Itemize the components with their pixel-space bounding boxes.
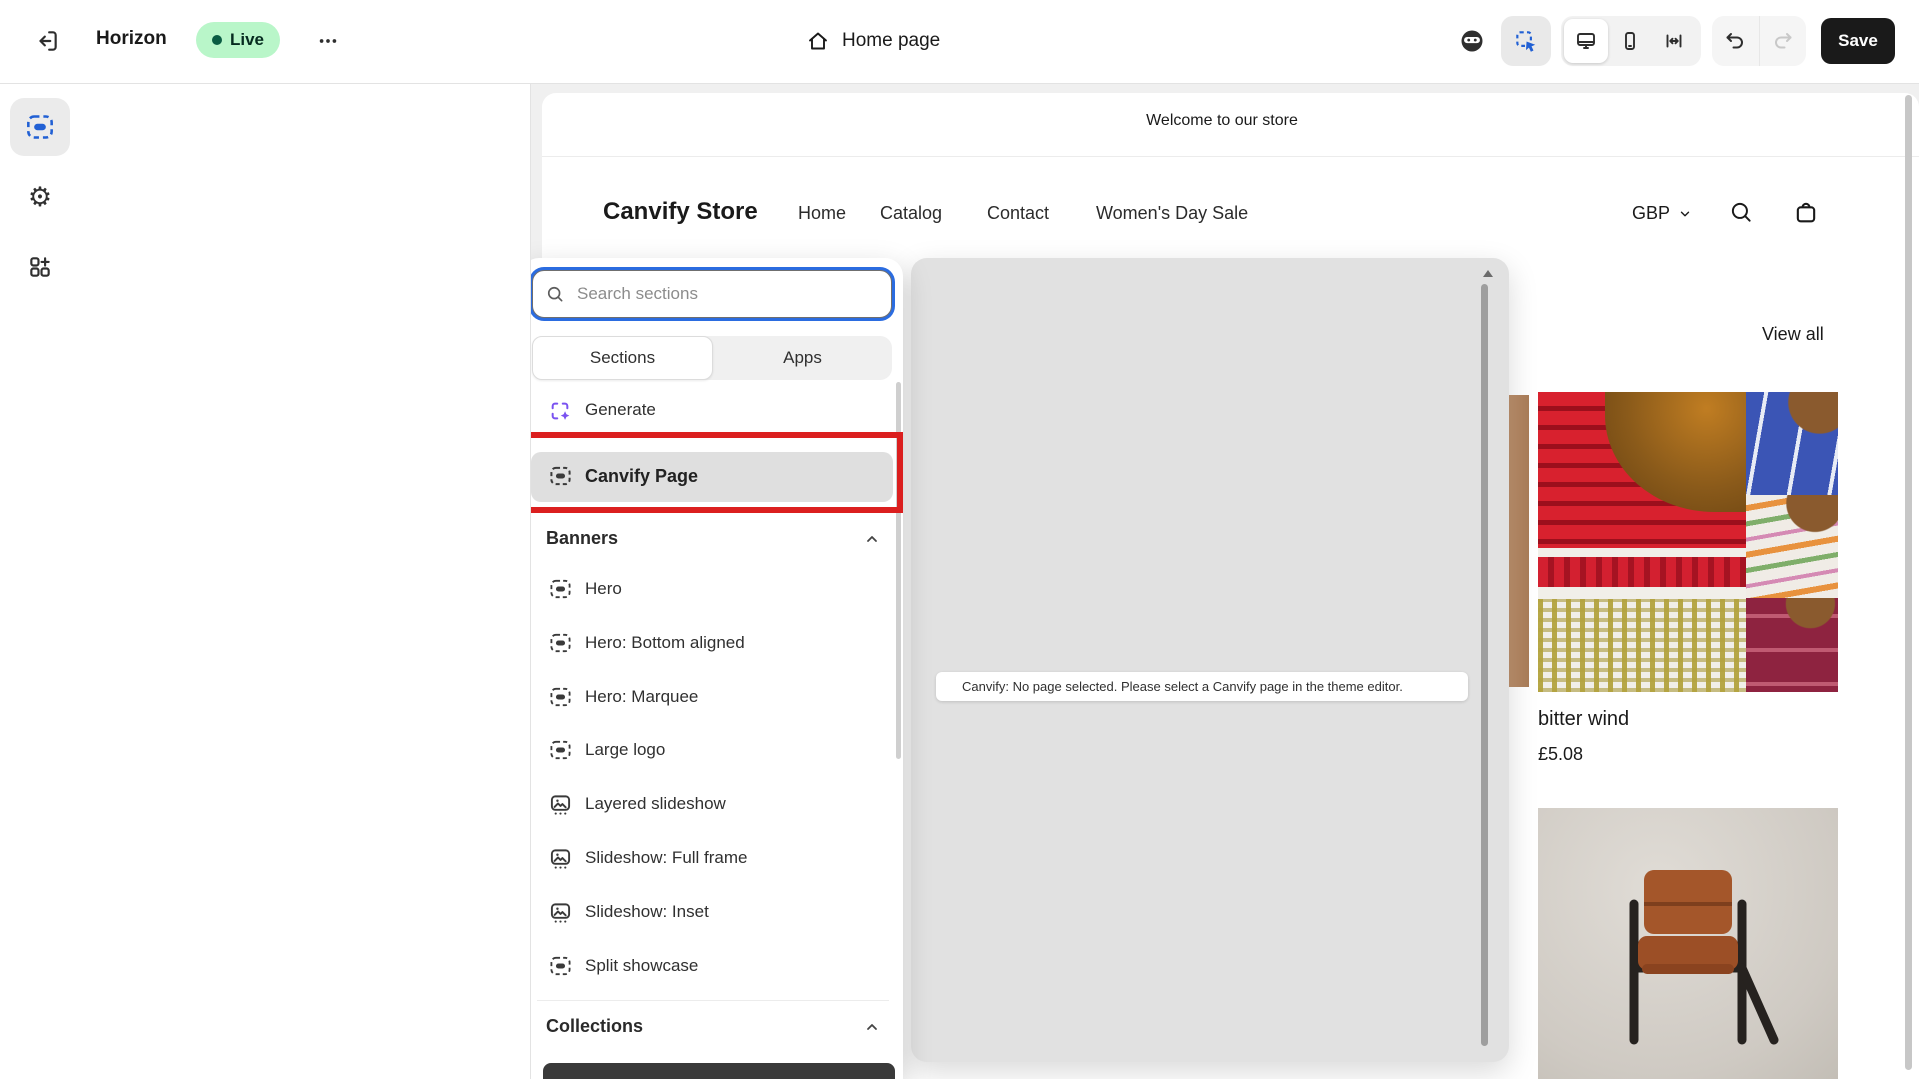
settings-gear-icon[interactable]: ⚙	[10, 171, 70, 223]
chair-illustration	[1538, 808, 1838, 1079]
section-item-label: Hero: Marquee	[585, 687, 698, 707]
theme-editor: Welcome to our store Canvify Store Home …	[0, 0, 1919, 1079]
undo-icon[interactable]	[1712, 16, 1760, 66]
store-nav-contact[interactable]: Contact	[987, 203, 1049, 224]
divider	[537, 1000, 889, 1001]
device-preview-switcher	[1561, 16, 1701, 66]
collage-thumbnails	[1746, 392, 1838, 692]
section-item-hero-marquee[interactable]: Hero: Marquee	[521, 676, 903, 720]
home-icon	[806, 29, 830, 53]
currency-label: GBP	[1632, 203, 1670, 224]
partially-visible-dark-bar	[543, 1063, 895, 1079]
section-item-slideshow-inset[interactable]: Slideshow: Inset	[521, 891, 903, 935]
full-width-view-icon[interactable]	[1652, 19, 1696, 63]
section-icon	[549, 579, 572, 599]
store-nav-catalog[interactable]: Catalog	[880, 203, 942, 224]
divider	[542, 156, 1919, 157]
section-icon	[549, 740, 572, 760]
product-image-bitter-wind[interactable]	[1538, 392, 1838, 692]
apps-icon[interactable]	[10, 241, 70, 293]
slideshow-icon	[549, 848, 572, 870]
sections-panel	[80, 83, 531, 1079]
section-item-label: Split showcase	[585, 956, 698, 976]
section-icon	[549, 633, 572, 653]
desktop-view-icon[interactable]	[1564, 19, 1608, 63]
search-sections-box[interactable]	[532, 270, 892, 318]
more-options-icon[interactable]	[308, 22, 348, 60]
live-label: Live	[230, 30, 264, 50]
product-price: £5.08	[1538, 744, 1583, 765]
section-item-slideshow-full-frame[interactable]: Slideshow: Full frame	[521, 837, 903, 881]
preview-panel-scrollbar[interactable]	[1481, 284, 1488, 1046]
section-item-large-logo[interactable]: Large logo	[521, 729, 903, 773]
section-item-label: Slideshow: Full frame	[585, 848, 748, 868]
section-item-label: Large logo	[585, 740, 665, 760]
search-icon	[545, 284, 565, 304]
generate-sparkle-icon	[549, 400, 571, 422]
section-item-label: Hero: Bottom aligned	[585, 633, 745, 653]
page-selector[interactable]: Home page	[806, 23, 940, 59]
section-item-label: Layered slideshow	[585, 794, 726, 814]
search-sections-input[interactable]	[575, 283, 879, 305]
section-item-label: Hero	[585, 579, 622, 599]
collage-main-image	[1538, 392, 1746, 692]
live-dot-icon	[212, 35, 222, 45]
redo-icon[interactable]	[1760, 16, 1807, 66]
generate-item[interactable]: Generate	[521, 389, 903, 433]
store-announcement: Welcome to our store	[542, 112, 1902, 130]
slideshow-icon	[549, 902, 572, 924]
chevron-down-icon	[1678, 207, 1692, 221]
ninja-preview-icon[interactable]	[1450, 19, 1494, 63]
search-icon[interactable]	[1728, 199, 1754, 225]
currency-selector[interactable]: GBP	[1632, 203, 1692, 224]
banners-header[interactable]: Banners	[546, 528, 618, 549]
section-item-split-showcase[interactable]: Split showcase	[521, 945, 903, 989]
store-logo[interactable]: Canvify Store	[603, 198, 758, 226]
mobile-view-icon[interactable]	[1608, 19, 1652, 63]
exit-editor-icon[interactable]	[26, 20, 68, 62]
theme-name[interactable]: Horizon	[96, 28, 167, 50]
view-all-link[interactable]: View all	[1762, 324, 1824, 345]
slideshow-icon	[549, 794, 572, 816]
section-preview-panel: Canvify: No page selected. Please select…	[911, 258, 1509, 1062]
section-icon	[549, 956, 572, 976]
collections-header[interactable]: Collections	[546, 1016, 643, 1037]
section-item-hero[interactable]: Hero	[521, 568, 903, 612]
history-controls	[1712, 16, 1806, 66]
section-item-label: Slideshow: Inset	[585, 902, 709, 922]
tab-sections[interactable]: Sections	[532, 336, 713, 380]
popup-tabs: Sections Apps	[532, 336, 892, 380]
scroll-up-arrow-icon[interactable]	[1483, 270, 1493, 277]
canvify-message-bar: Canvify: No page selected. Please select…	[936, 672, 1468, 701]
save-button[interactable]: Save	[1821, 18, 1895, 64]
chevron-up-icon[interactable]	[864, 1019, 880, 1035]
page-selector-label: Home page	[842, 30, 940, 52]
left-icon-rail: ⚙	[0, 83, 81, 1079]
sections-icon[interactable]	[10, 98, 70, 156]
live-status-badge: Live	[196, 22, 280, 58]
generate-label: Generate	[585, 400, 656, 420]
chevron-up-icon[interactable]	[864, 531, 880, 547]
store-nav-womens-day-sale[interactable]: Women's Day Sale	[1096, 203, 1248, 224]
section-icon	[549, 687, 572, 707]
tab-apps[interactable]: Apps	[713, 336, 892, 380]
product-image-chair[interactable]	[1538, 808, 1838, 1079]
store-nav-home[interactable]: Home	[798, 203, 846, 224]
bag-icon[interactable]	[1792, 198, 1820, 226]
top-bar: Horizon Live Home page	[0, 0, 1919, 84]
section-item-hero-bottom-aligned[interactable]: Hero: Bottom aligned	[521, 622, 903, 666]
product-title[interactable]: bitter wind	[1538, 708, 1629, 731]
inspect-mode-icon[interactable]	[1501, 16, 1551, 66]
annotation-box-canvify-page	[513, 432, 903, 513]
section-item-layered-slideshow[interactable]: Layered slideshow	[521, 783, 903, 827]
preview-scrollbar[interactable]	[1905, 95, 1912, 1070]
